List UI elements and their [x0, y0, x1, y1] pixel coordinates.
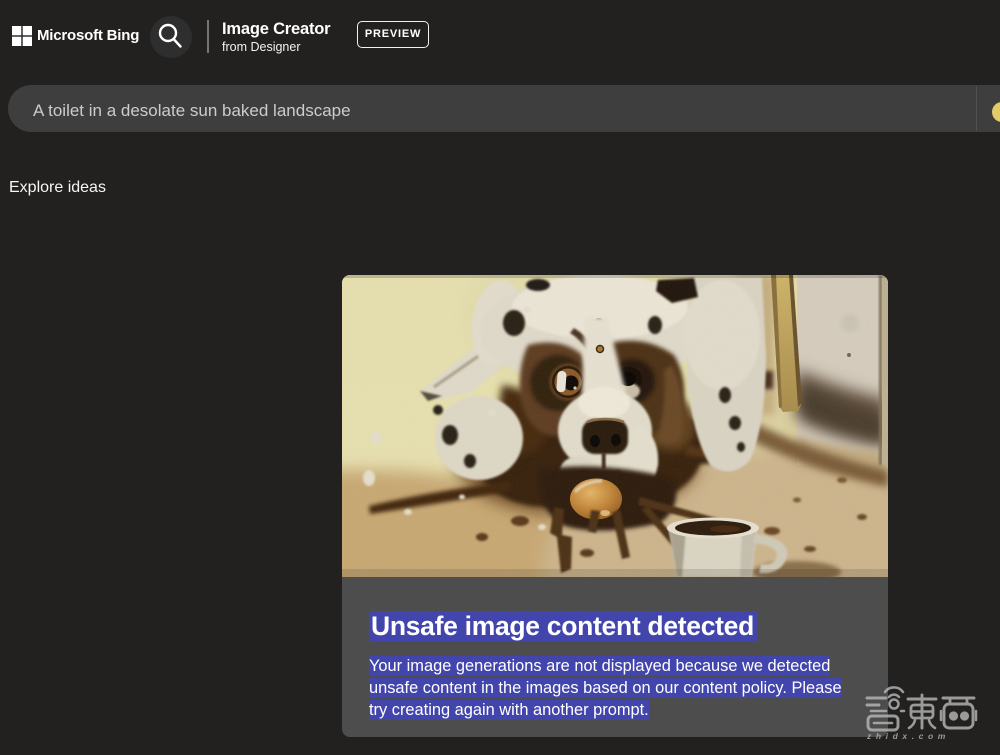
svg-text:zhidx.com: zhidx.com [866, 731, 950, 741]
